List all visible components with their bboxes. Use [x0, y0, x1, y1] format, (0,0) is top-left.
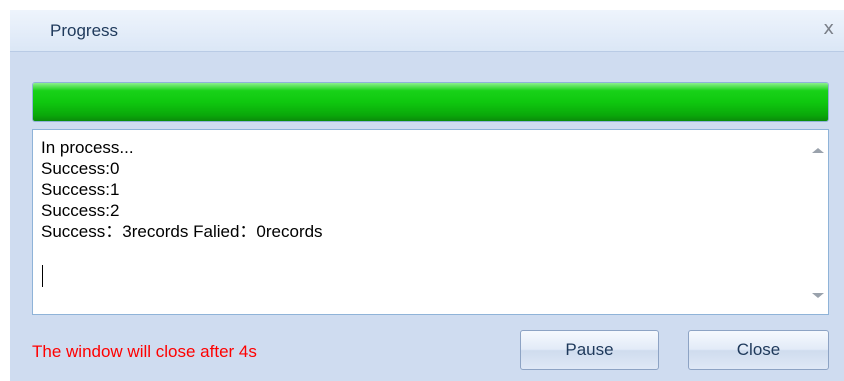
progress-bar — [32, 82, 829, 122]
dialog-body: In process... Success:0 Success:1 Succes… — [10, 52, 844, 381]
log-line: Success:1 — [41, 180, 120, 199]
log-line: Success:0 — [41, 159, 120, 178]
title-bar: Progress x — [10, 10, 844, 52]
close-button[interactable]: Close — [688, 330, 829, 370]
scroll-up-arrow-icon[interactable] — [812, 148, 824, 153]
auto-close-message: The window will close after 4s — [32, 342, 257, 361]
progress-bar-fill — [33, 83, 828, 121]
log-textarea[interactable]: In process... Success:0 Success:1 Succes… — [32, 129, 829, 315]
progress-dialog: Progress x In process... Success:0 Succe… — [10, 10, 844, 381]
log-line: Success:2 — [41, 201, 120, 220]
text-caret — [42, 265, 43, 287]
scroll-down-arrow-icon[interactable] — [812, 293, 824, 298]
close-icon[interactable]: x — [823, 18, 834, 39]
log-line: Success：3records Falied：0records — [41, 222, 323, 241]
pause-button[interactable]: Pause — [520, 330, 659, 370]
log-line: In process... — [41, 138, 134, 157]
log-lines: In process... Success:0 Success:1 Succes… — [41, 137, 323, 242]
vertical-scrollbar[interactable] — [809, 131, 827, 313]
window-title: Progress — [50, 21, 119, 40]
